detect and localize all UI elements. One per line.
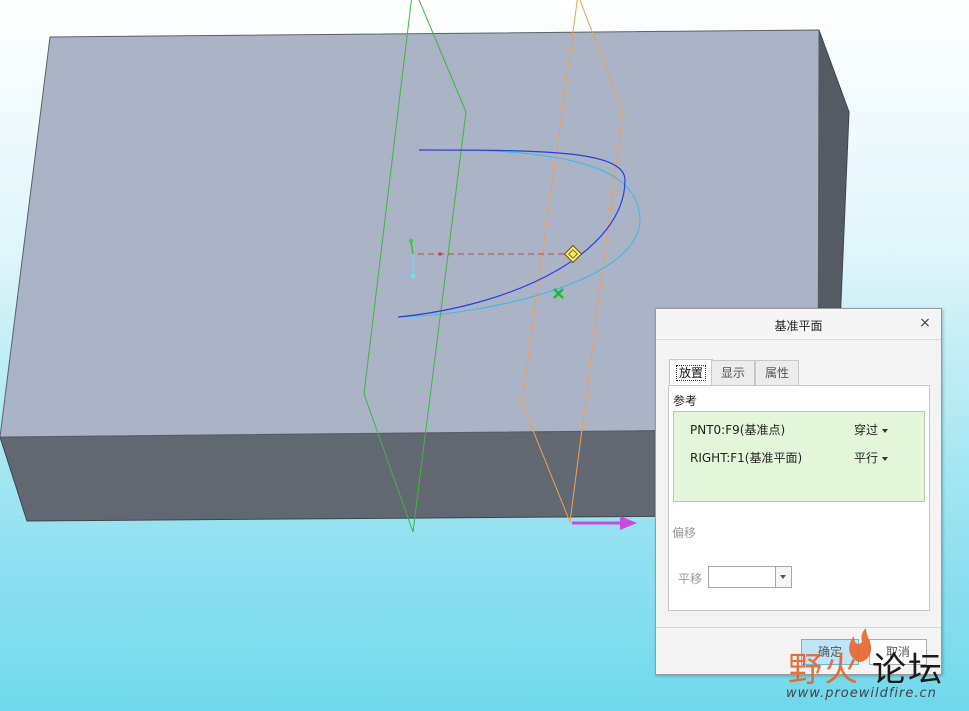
- reference-name: PNT0:F9(基准点): [690, 423, 786, 437]
- footer-divider: [656, 627, 941, 628]
- offset-label: 偏移: [672, 526, 697, 540]
- axis-glyph-red-dot: [438, 252, 442, 256]
- constraint-label: 穿过: [854, 423, 879, 437]
- chevron-down-icon: [780, 575, 786, 579]
- dialog-titlebar[interactable]: 基准平面 ×: [656, 309, 941, 340]
- references-list[interactable]: PNT0:F9(基准点) 穿过 RIGHT:F1(基准平面) 平行: [673, 411, 925, 502]
- references-label: 参考: [673, 394, 698, 408]
- cancel-button[interactable]: 取消: [869, 639, 927, 665]
- axis-glyph-cyan-dot: [410, 273, 416, 279]
- chevron-down-icon: [882, 456, 889, 461]
- constraint-dropdown[interactable]: 穿过: [854, 421, 889, 438]
- dialog-title: 基准平面: [774, 319, 823, 333]
- close-icon[interactable]: ×: [917, 315, 933, 331]
- tab-properties[interactable]: 属性: [755, 360, 799, 385]
- translate-label: 平移: [678, 572, 703, 586]
- constraint-dropdown[interactable]: 平行: [854, 449, 889, 466]
- axis-glyph-green-dot: [408, 238, 414, 244]
- chevron-down-icon: [882, 428, 889, 433]
- ok-button[interactable]: 确定: [801, 639, 859, 665]
- reference-name: RIGHT:F1(基准平面): [690, 451, 803, 465]
- constraint-label: 平行: [854, 451, 879, 465]
- tab-placement-label: 放置: [675, 365, 706, 381]
- translate-dropdown-button[interactable]: [775, 567, 791, 587]
- offset-drag-arrow[interactable]: [572, 516, 637, 530]
- translate-input[interactable]: [708, 566, 792, 588]
- tab-display[interactable]: 显示: [711, 360, 755, 385]
- tab-properties-label: 属性: [764, 366, 789, 380]
- tab-placement[interactable]: 放置: [669, 359, 713, 386]
- reference-row[interactable]: RIGHT:F1(基准平面) 平行: [690, 449, 916, 467]
- datum-plane-dialog[interactable]: 基准平面 × 放置 显示 属性 参考 PNT0:F9(基准点) 穿过 RIGHT…: [655, 308, 942, 675]
- placement-panel: 参考 PNT0:F9(基准点) 穿过 RIGHT:F1(基准平面) 平行 偏移 …: [668, 385, 930, 611]
- reference-row[interactable]: PNT0:F9(基准点) 穿过: [690, 421, 916, 439]
- graphics-viewport[interactable]: 基准平面 × 放置 显示 属性 参考 PNT0:F9(基准点) 穿过 RIGHT…: [0, 0, 969, 711]
- tab-display-label: 显示: [720, 366, 745, 380]
